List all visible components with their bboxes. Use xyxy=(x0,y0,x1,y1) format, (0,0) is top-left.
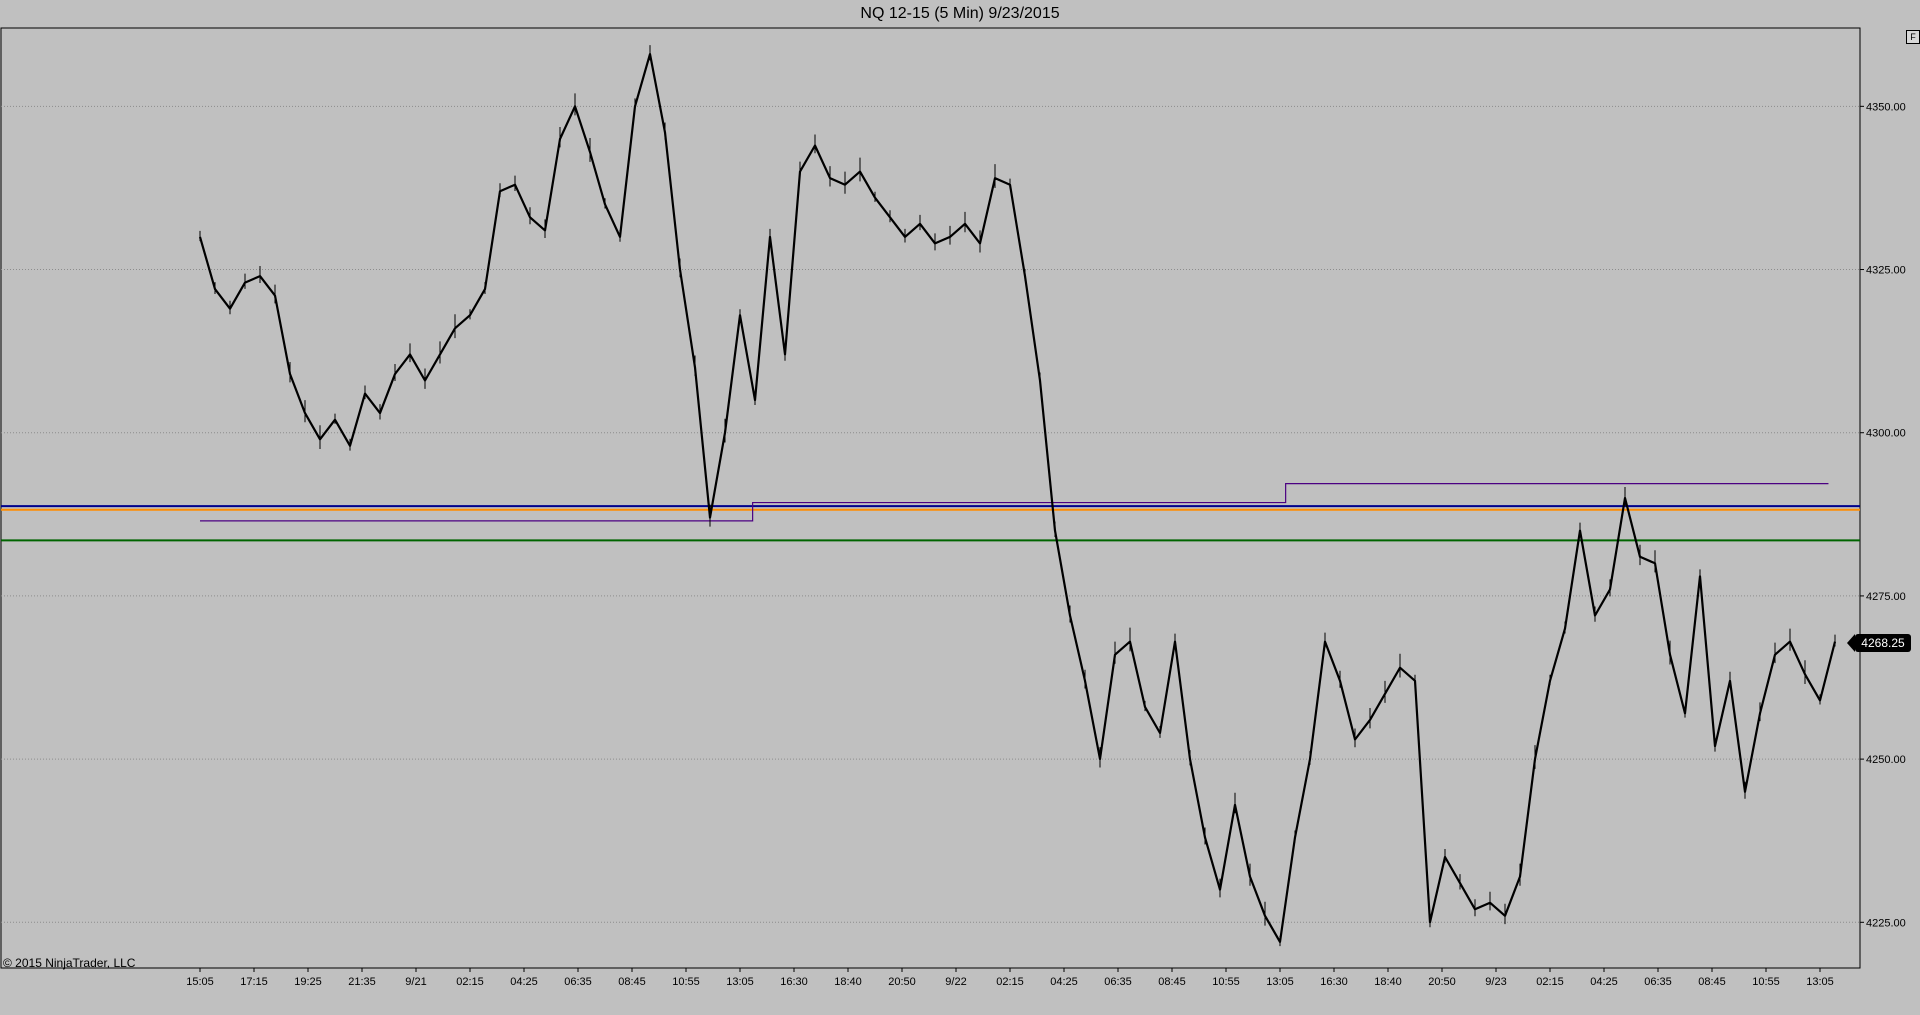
x-tick-label: 04:25 xyxy=(510,976,538,988)
x-tick-label: 13:05 xyxy=(1266,976,1294,988)
x-tick-label: 20:50 xyxy=(1428,976,1456,988)
x-tick-label: 18:40 xyxy=(1374,976,1402,988)
x-tick-label: 9/22 xyxy=(945,976,966,988)
plot-area[interactable] xyxy=(0,27,1861,969)
x-tick-label: 9/23 xyxy=(1485,976,1506,988)
last-price-marker: 4268.25 xyxy=(1847,634,1911,652)
x-tick-label: 06:35 xyxy=(1644,976,1672,988)
price-chart[interactable]: 4225.00 4250.00 4275.00 4300.00 4325.00 4350.… xyxy=(0,0,1920,1015)
x-tick-label: 13:05 xyxy=(1806,976,1834,988)
y-tick-label: 4225.00 xyxy=(1866,917,1906,929)
x-tick-label: 13:05 xyxy=(726,976,754,988)
x-tick-label: 17:15 xyxy=(240,976,268,988)
y-tick-label: 4275.00 xyxy=(1866,591,1906,603)
x-tick-label: 04:25 xyxy=(1590,976,1618,988)
x-tick-label: 02:15 xyxy=(1536,976,1564,988)
x-tick-label: 10:55 xyxy=(672,976,700,988)
x-tick-label: 06:35 xyxy=(564,976,592,988)
x-tick-label: 10:55 xyxy=(1212,976,1240,988)
x-tick-label: 02:15 xyxy=(456,976,484,988)
y-tick-label: 4300.00 xyxy=(1866,428,1906,440)
x-tick-label: 15:05 xyxy=(186,976,214,988)
time-axis: 15:05 17:15 19:25 21:35 9/21 02:15 04:25 06:35 0… xyxy=(186,968,1834,988)
x-tick-label: 18:40 xyxy=(834,976,862,988)
x-tick-label: 19:25 xyxy=(294,976,322,988)
x-tick-label: 21:35 xyxy=(348,976,376,988)
x-tick-label: 08:45 xyxy=(1158,976,1186,988)
x-tick-label: 10:55 xyxy=(1752,976,1780,988)
x-tick-label: 20:50 xyxy=(888,976,916,988)
x-tick-label: 08:45 xyxy=(618,976,646,988)
x-tick-label: 08:45 xyxy=(1698,976,1726,988)
x-tick-label: 06:35 xyxy=(1104,976,1132,988)
x-tick-label: 9/21 xyxy=(405,976,426,988)
panel-toggle-button[interactable]: F xyxy=(1906,30,1920,44)
x-tick-label: 04:25 xyxy=(1050,976,1078,988)
y-tick-label: 4350.00 xyxy=(1866,101,1906,113)
price-axis: 4225.00 4250.00 4275.00 4300.00 4325.00 4350.… xyxy=(1860,101,1906,929)
y-tick-label: 4250.00 xyxy=(1866,754,1906,766)
y-tick-label: 4325.00 xyxy=(1866,265,1906,277)
x-tick-label: 02:15 xyxy=(996,976,1024,988)
x-tick-label: 16:30 xyxy=(780,976,808,988)
copyright-notice: © 2015 NinjaTrader, LLC xyxy=(3,956,136,970)
x-tick-label: 16:30 xyxy=(1320,976,1348,988)
